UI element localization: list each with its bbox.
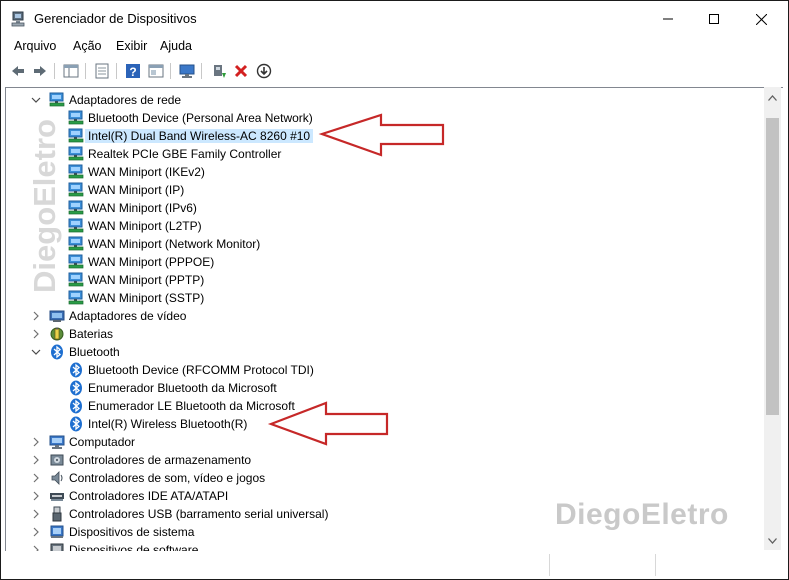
vertical-scrollbar[interactable] [764,87,781,550]
scroll-down-arrow-icon[interactable] [768,538,777,544]
status-bar [1,550,788,579]
annotation-arrows [267,113,445,446]
annotation-arrow-bluetooth [267,401,389,446]
vertical-scroll-thumb[interactable] [766,118,779,415]
device-manager-window: Gerenciador de Dispositivos Arquivo Ação… [0,0,789,580]
scroll-up-arrow-icon[interactable] [768,95,777,101]
annotation-arrow-wireless [318,113,445,157]
